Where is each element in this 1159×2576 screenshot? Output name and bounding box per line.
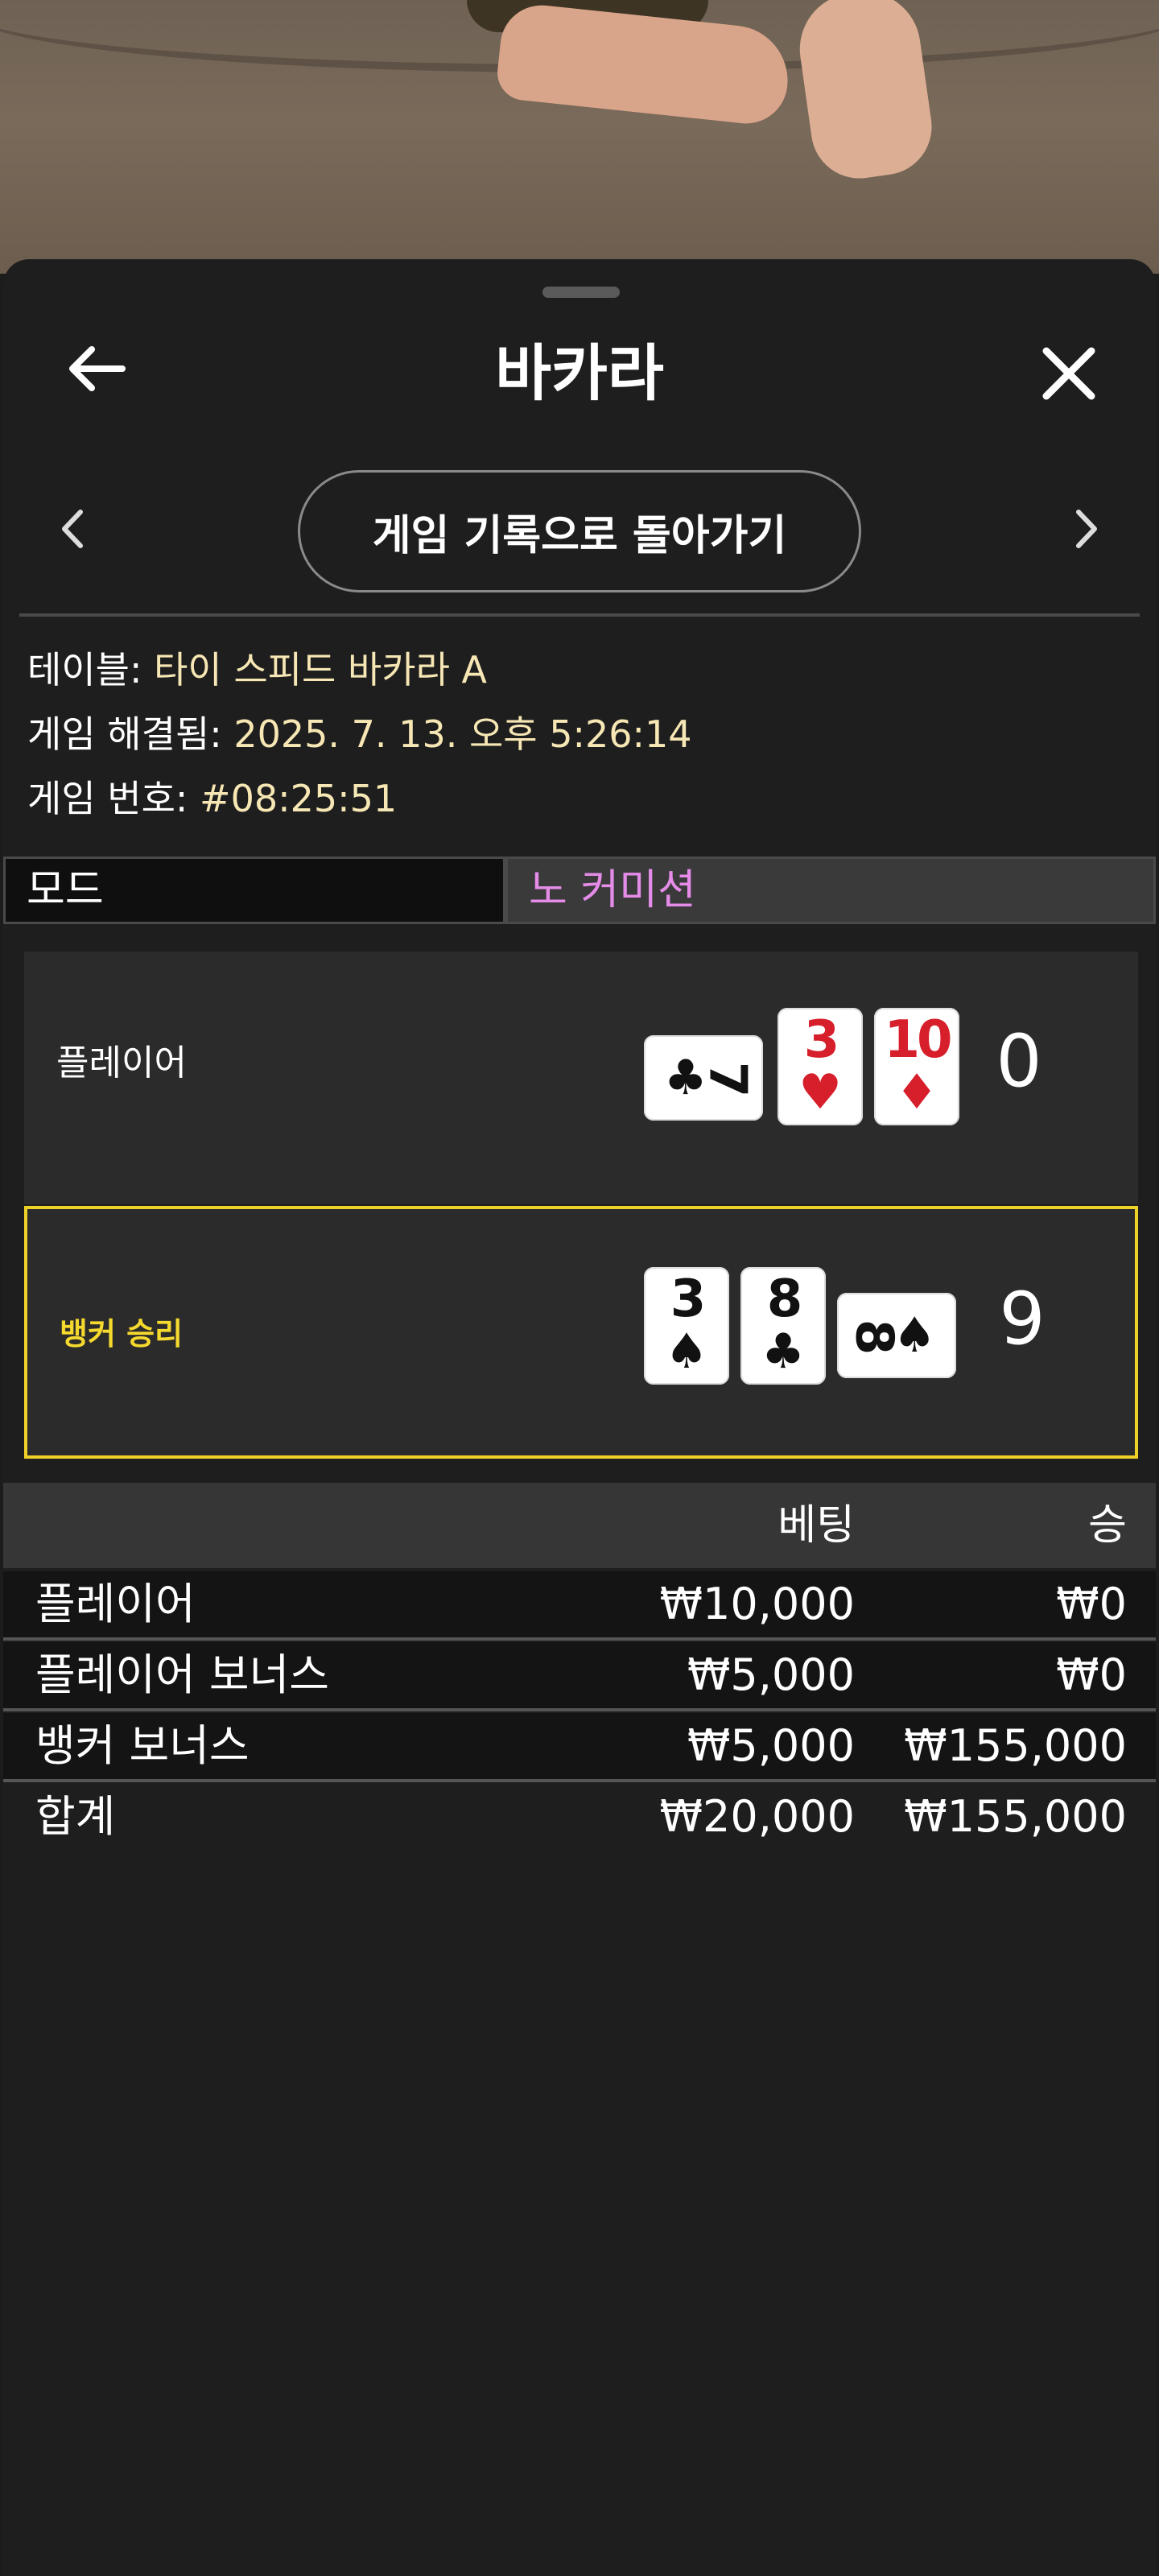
total-bet: ₩20,000 xyxy=(659,1791,855,1842)
card-rank: 3 xyxy=(670,1269,707,1329)
page-title: 바카라 xyxy=(495,337,664,409)
close-button[interactable] xyxy=(1030,335,1107,412)
bet-type: 플레이어 보너스 xyxy=(35,1649,329,1700)
banker-hand: 뱅커 승리 3 ♠ 8 ♣ 8 ♠ 9 xyxy=(24,1206,1138,1459)
total-label: 합계 xyxy=(35,1791,116,1842)
game-number-value: #08:25:51 xyxy=(200,777,398,820)
resolved-value: 2025. 7. 13. 오후 5:26:14 xyxy=(233,712,692,756)
chevron-right-icon xyxy=(1076,510,1097,548)
card-rank: 3 xyxy=(803,1010,840,1070)
playing-card: 3 ♠ xyxy=(644,1267,729,1385)
win-amount: ₩0 xyxy=(1056,1649,1127,1700)
total-win: ₩155,000 xyxy=(904,1791,1127,1842)
chevron-left-icon xyxy=(62,510,83,548)
playing-card: 10 ♦ xyxy=(874,1008,959,1125)
card-rank: 10 xyxy=(884,1010,952,1070)
game-number-info: 게임 번호: #08:25:51 xyxy=(27,774,397,823)
bet-type: 플레이어 xyxy=(35,1579,196,1629)
win-amount: ₩155,000 xyxy=(904,1720,1127,1771)
bet-amount: ₩10,000 xyxy=(659,1579,855,1629)
banker-win-label: 뱅커 승리 xyxy=(60,1316,184,1352)
table-value: 타이 스피드 바카라 A xyxy=(154,648,487,691)
bet-amount: ₩5,000 xyxy=(687,1649,855,1700)
card-suit: ♦ xyxy=(895,1064,938,1121)
card-suit: ♥ xyxy=(798,1064,842,1121)
playing-card: 3 ♥ xyxy=(777,1008,863,1125)
game-number-label: 게임 번호: xyxy=(27,777,188,820)
back-to-history-button[interactable]: 게임 기록으로 돌아가기 xyxy=(298,470,861,592)
drag-handle[interactable] xyxy=(542,287,620,298)
previous-game-button[interactable] xyxy=(48,501,97,557)
player-hand-label: 플레이어 xyxy=(56,1042,187,1084)
dealer-video-background xyxy=(0,0,1159,274)
bet-column-header: 베팅 xyxy=(777,1501,855,1550)
next-game-button[interactable] xyxy=(1062,501,1111,557)
player-hand: 플레이어 ♣ 7 3 ♥ 10 ♦ 0 xyxy=(24,952,1138,1204)
card-suit: ♣ xyxy=(761,1323,805,1380)
playing-card: 8 ♣ xyxy=(740,1267,826,1385)
mode-value: 노 커미션 xyxy=(505,857,1156,924)
win-column-header: 승 xyxy=(1088,1501,1127,1550)
card-rank: 8 xyxy=(766,1269,803,1329)
playing-card: ♣ 7 xyxy=(644,1035,763,1121)
table-info: 테이블: 타이 스피드 바카라 A xyxy=(27,646,487,694)
mode-row: 모드 노 커미션 xyxy=(3,857,1156,929)
table-row: 뱅커 보너스 ₩5,000 ₩155,000 xyxy=(3,1713,1156,1782)
bet-amount: ₩5,000 xyxy=(687,1720,855,1771)
game-detail-sheet: 바카라 게임 기록으로 돌아가기 테이블: 타이 스피드 바카라 A 게임 해결… xyxy=(3,259,1156,2576)
dealer-right-hand xyxy=(792,0,938,185)
bets-table-header: 베팅 승 xyxy=(3,1483,1156,1568)
close-icon xyxy=(1042,347,1095,400)
table-label: 테이블: xyxy=(27,648,142,691)
resolved-info: 게임 해결됨: 2025. 7. 13. 오후 5:26:14 xyxy=(27,710,692,758)
table-row: 플레이어 ₩10,000 ₩0 xyxy=(3,1571,1156,1641)
card-suit: ♠ xyxy=(665,1323,708,1380)
card-rank: 7 xyxy=(696,1061,757,1095)
mode-label: 모드 xyxy=(3,857,505,924)
player-score: 0 xyxy=(996,1019,1042,1104)
table-row: 플레이어 보너스 ₩5,000 ₩0 xyxy=(3,1642,1156,1711)
resolved-label: 게임 해결됨: xyxy=(27,712,222,756)
banker-score: 9 xyxy=(999,1277,1046,1361)
back-to-history-label: 게임 기록으로 돌아가기 xyxy=(372,511,787,560)
divider xyxy=(19,613,1140,617)
playing-card: 8 ♠ xyxy=(837,1293,956,1378)
bet-type: 뱅커 보너스 xyxy=(35,1720,250,1771)
win-amount: ₩0 xyxy=(1056,1579,1127,1629)
total-row: 합계 ₩20,000 ₩155,000 xyxy=(3,1784,1156,1853)
card-rank: 8 xyxy=(843,1319,904,1352)
